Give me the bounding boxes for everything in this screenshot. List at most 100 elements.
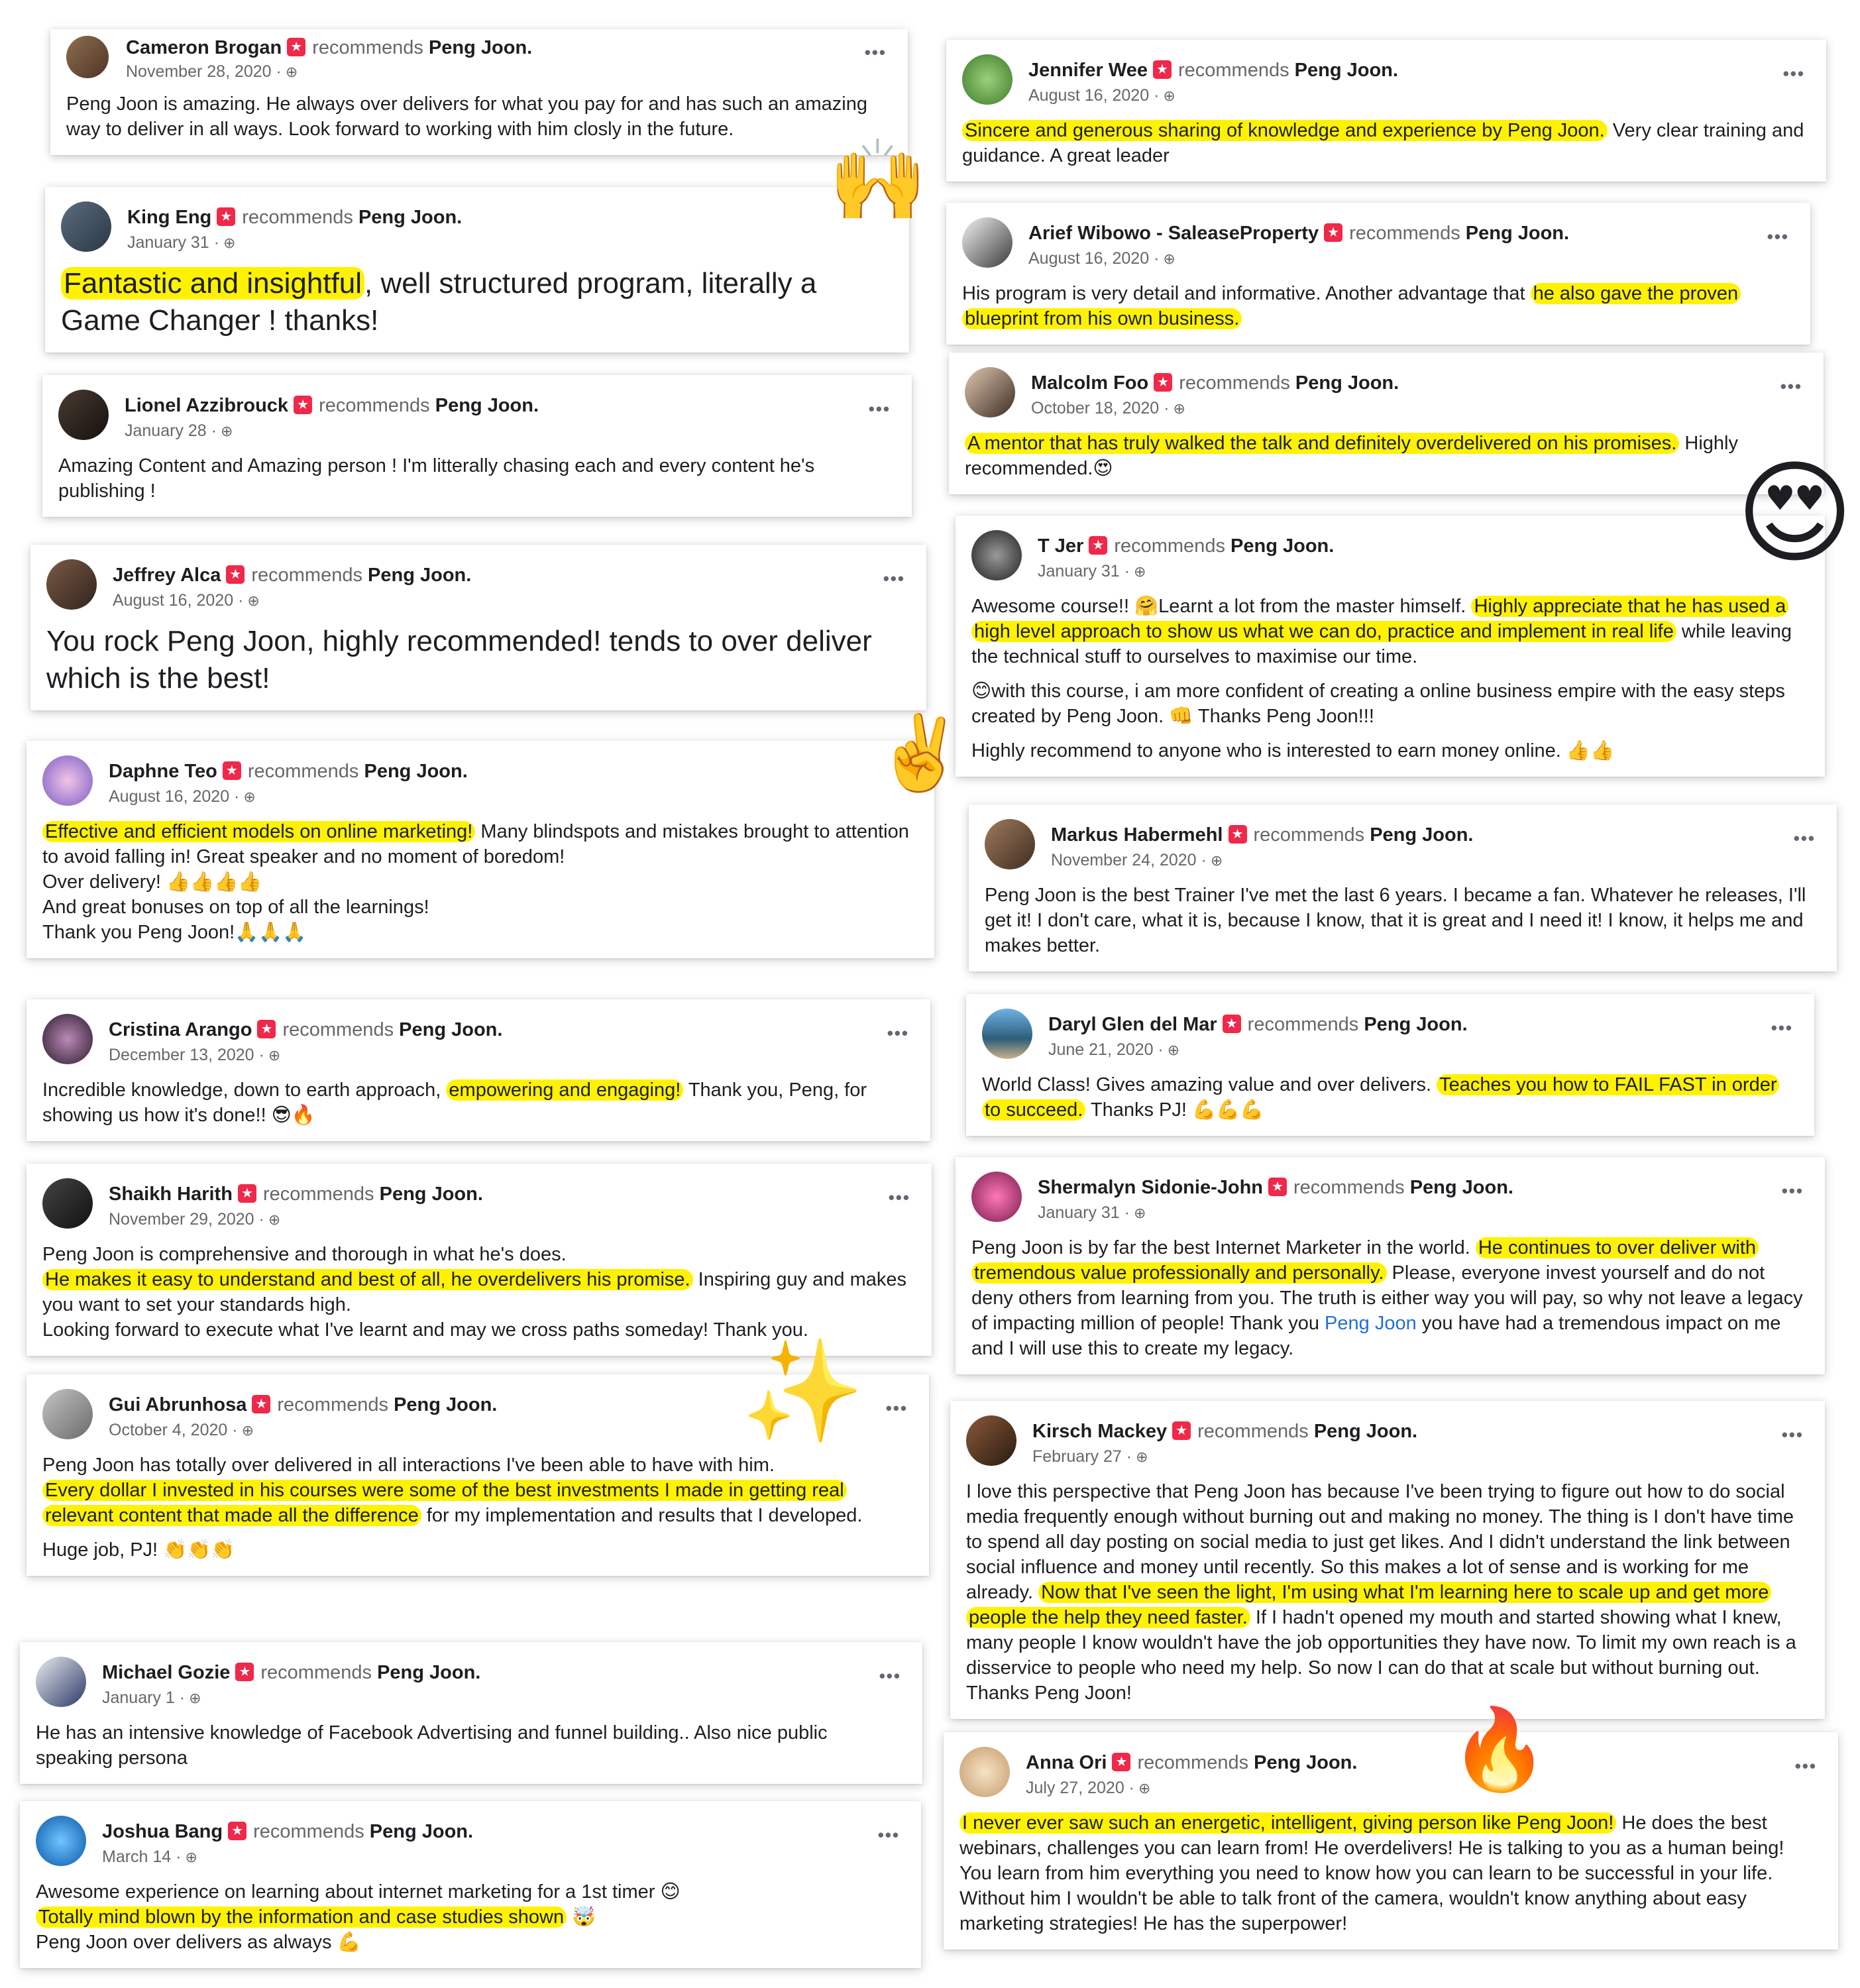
avatar[interactable] bbox=[66, 36, 109, 78]
more-options-button[interactable]: ••• bbox=[878, 1825, 900, 1846]
more-options-button[interactable]: ••• bbox=[1794, 828, 1816, 849]
post-date[interactable]: January 31 · bbox=[1038, 1203, 1130, 1222]
post-date[interactable]: March 14 · bbox=[102, 1848, 181, 1866]
reviewer-name[interactable]: Lionel Azzibrouck bbox=[125, 395, 288, 416]
target-page-name[interactable]: Peng Joon. bbox=[1254, 1752, 1357, 1773]
post-date[interactable]: January 31 · bbox=[1038, 562, 1130, 580]
more-options-button[interactable]: ••• bbox=[883, 569, 905, 589]
avatar[interactable] bbox=[42, 1389, 93, 1439]
reviewer-name[interactable]: Joshua Bang bbox=[102, 1821, 223, 1842]
reviewer-name[interactable]: Daryl Glen del Mar bbox=[1048, 1014, 1217, 1035]
globe-icon: ⊕ bbox=[223, 235, 236, 251]
reviewer-name[interactable]: Malcolm Foo bbox=[1031, 372, 1148, 394]
post-date[interactable]: January 28 · bbox=[125, 421, 217, 440]
post-date[interactable]: January 1 · bbox=[102, 1688, 185, 1707]
target-page-name[interactable]: Peng Joon. bbox=[429, 37, 532, 58]
reviewer-name[interactable]: Cristina Arango bbox=[109, 1019, 252, 1040]
target-page-name[interactable]: Peng Joon. bbox=[1231, 535, 1334, 557]
target-page-name[interactable]: Peng Joon. bbox=[394, 1394, 497, 1415]
post-date[interactable]: August 16, 2020 · bbox=[1028, 249, 1159, 268]
reviewer-name[interactable]: Gui Abrunhosa bbox=[109, 1394, 246, 1415]
target-page-name[interactable]: Peng Joon. bbox=[364, 761, 468, 782]
reviewer-name[interactable]: King Eng bbox=[127, 207, 211, 228]
reviewer-name[interactable]: Michael Gozie bbox=[102, 1662, 230, 1683]
target-page-name[interactable]: Peng Joon. bbox=[1410, 1177, 1513, 1198]
post-date[interactable]: November 29, 2020 · bbox=[109, 1210, 264, 1229]
reviewer-name[interactable]: Markus Habermehl bbox=[1051, 824, 1223, 846]
reviewer-name[interactable]: Cameron Brogan bbox=[126, 37, 282, 58]
target-page-name[interactable]: Peng Joon. bbox=[377, 1662, 480, 1683]
more-options-button[interactable]: ••• bbox=[1767, 227, 1789, 247]
post-date[interactable]: November 28, 2020 · bbox=[126, 62, 282, 81]
recommend-icon bbox=[217, 207, 236, 226]
post-date[interactable]: November 24, 2020 · bbox=[1051, 851, 1207, 869]
more-options-button[interactable]: ••• bbox=[1771, 1018, 1793, 1038]
post-date[interactable]: August 16, 2020 · bbox=[113, 591, 243, 610]
recommends-label: recommends bbox=[253, 1821, 364, 1842]
post-date[interactable]: July 27, 2020 · bbox=[1026, 1779, 1134, 1797]
avatar[interactable] bbox=[61, 201, 111, 252]
avatar[interactable] bbox=[971, 1172, 1022, 1222]
more-options-button[interactable]: ••• bbox=[869, 399, 891, 419]
review-card-shaikh: Shaikh Harith recommends Peng Joon. Novem… bbox=[27, 1164, 932, 1356]
post-date[interactable]: June 21, 2020 · bbox=[1048, 1040, 1164, 1059]
reviewer-name[interactable]: Anna Ori bbox=[1026, 1752, 1107, 1773]
target-page-name[interactable]: Peng Joon. bbox=[1314, 1421, 1417, 1442]
recommends-label: recommends bbox=[1177, 60, 1289, 81]
reviewer-name[interactable]: Daphne Teo bbox=[109, 761, 217, 782]
target-page-name[interactable]: Peng Joon. bbox=[1370, 824, 1473, 846]
more-options-button[interactable]: ••• bbox=[1782, 1425, 1804, 1445]
target-page-name[interactable]: Peng Joon. bbox=[435, 395, 539, 416]
post-date[interactable]: October 4, 2020 · bbox=[109, 1421, 238, 1439]
more-options-button[interactable]: ••• bbox=[887, 1023, 909, 1044]
avatar[interactable] bbox=[962, 217, 1012, 268]
more-options-button[interactable]: ••• bbox=[886, 1398, 908, 1419]
avatar[interactable] bbox=[965, 367, 1015, 417]
post-date[interactable]: December 13, 2020 · bbox=[109, 1046, 264, 1064]
more-options-button[interactable]: ••• bbox=[1782, 1181, 1804, 1201]
recommends-label: recommends bbox=[1349, 223, 1460, 244]
avatar[interactable] bbox=[42, 1178, 93, 1229]
target-page-name[interactable]: Peng Joon. bbox=[1466, 223, 1569, 244]
post-date[interactable]: August 16, 2020 · bbox=[1028, 86, 1159, 105]
peng-joon-link[interactable]: Peng Joon bbox=[1325, 1313, 1417, 1334]
post-date[interactable]: January 31 · bbox=[127, 233, 219, 252]
reviewer-name[interactable]: Jeffrey Alca bbox=[113, 565, 221, 586]
post-date[interactable]: August 16, 2020 · bbox=[109, 787, 239, 806]
reviewer-name[interactable]: T Jer bbox=[1038, 535, 1083, 557]
target-page-name[interactable]: Peng Joon. bbox=[368, 565, 471, 586]
avatar[interactable] bbox=[962, 54, 1012, 105]
reviewer-name[interactable]: Jennifer Wee bbox=[1028, 60, 1148, 81]
reviewer-name[interactable]: Shermalyn Sidonie-John bbox=[1038, 1177, 1263, 1198]
avatar[interactable] bbox=[42, 1014, 93, 1064]
reviewer-name[interactable]: Arief Wibowo - SaleaseProperty bbox=[1028, 223, 1319, 244]
more-options-button[interactable]: ••• bbox=[879, 1666, 901, 1686]
target-page-name[interactable]: Peng Joon. bbox=[1295, 372, 1399, 394]
reviewer-name[interactable]: Shaikh Harith bbox=[109, 1184, 233, 1205]
target-page-name[interactable]: Peng Joon. bbox=[358, 207, 462, 228]
reviewer-name[interactable]: Kirsch Mackey bbox=[1032, 1421, 1167, 1442]
review-text: Effective and efficient models on online… bbox=[42, 821, 909, 943]
more-options-button[interactable]: ••• bbox=[1783, 64, 1805, 84]
target-page-name[interactable]: Peng Joon. bbox=[370, 1821, 473, 1842]
avatar[interactable] bbox=[58, 390, 109, 440]
post-date[interactable]: October 18, 2020 · bbox=[1031, 399, 1169, 417]
target-page-name[interactable]: Peng Joon. bbox=[1364, 1014, 1467, 1035]
more-options-button[interactable]: ••• bbox=[1795, 1756, 1817, 1777]
avatar[interactable] bbox=[42, 755, 93, 806]
avatar[interactable] bbox=[36, 1657, 86, 1707]
post-date[interactable]: February 27 · bbox=[1032, 1447, 1132, 1466]
avatar[interactable] bbox=[966, 1415, 1016, 1466]
target-page-name[interactable]: Peng Joon. bbox=[1295, 60, 1398, 81]
avatar[interactable] bbox=[36, 1816, 86, 1866]
avatar[interactable] bbox=[959, 1747, 1010, 1797]
more-options-button[interactable]: ••• bbox=[1780, 376, 1802, 397]
avatar[interactable] bbox=[982, 1009, 1032, 1059]
more-options-button[interactable]: ••• bbox=[865, 42, 887, 63]
avatar[interactable] bbox=[46, 559, 97, 610]
target-page-name[interactable]: Peng Joon. bbox=[380, 1184, 483, 1205]
more-options-button[interactable]: ••• bbox=[889, 1187, 910, 1208]
avatar[interactable] bbox=[971, 530, 1022, 580]
target-page-name[interactable]: Peng Joon. bbox=[399, 1019, 502, 1040]
avatar[interactable] bbox=[985, 819, 1035, 869]
